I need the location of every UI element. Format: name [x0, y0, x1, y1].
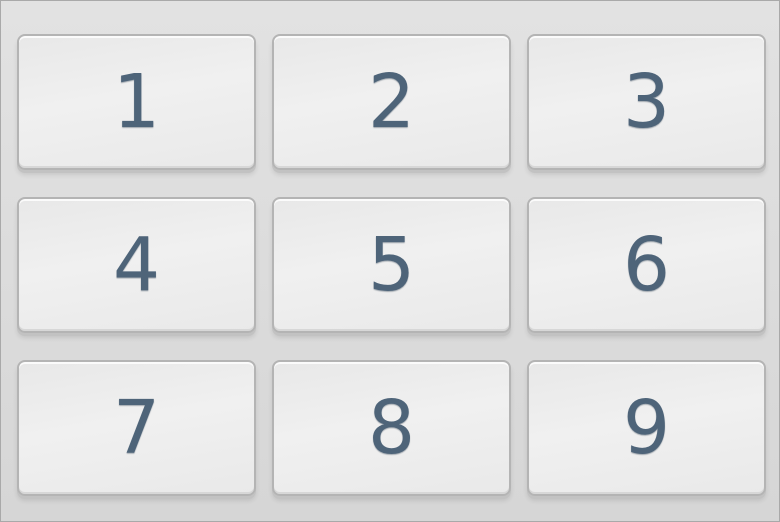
key-6-button[interactable]: 6	[527, 197, 766, 333]
key-3-button[interactable]: 3	[527, 34, 766, 170]
key-9-button[interactable]: 9	[527, 360, 766, 496]
key-label: 6	[622, 222, 671, 308]
key-5-button[interactable]: 5	[272, 197, 511, 333]
key-label: 3	[622, 59, 671, 145]
key-label: 1	[112, 59, 161, 145]
keypad-window: 1 2 3 4 5 6 7 8 9	[0, 0, 780, 522]
number-keypad: 1 2 3 4 5 6 7 8 9	[17, 34, 767, 500]
key-label: 7	[112, 385, 161, 471]
key-4-button[interactable]: 4	[17, 197, 256, 333]
key-label: 2	[367, 59, 416, 145]
key-label: 4	[112, 222, 161, 308]
key-7-button[interactable]: 7	[17, 360, 256, 496]
key-8-button[interactable]: 8	[272, 360, 511, 496]
key-label: 9	[622, 385, 671, 471]
key-2-button[interactable]: 2	[272, 34, 511, 170]
key-label: 5	[367, 222, 416, 308]
key-label: 8	[367, 385, 416, 471]
key-1-button[interactable]: 1	[17, 34, 256, 170]
